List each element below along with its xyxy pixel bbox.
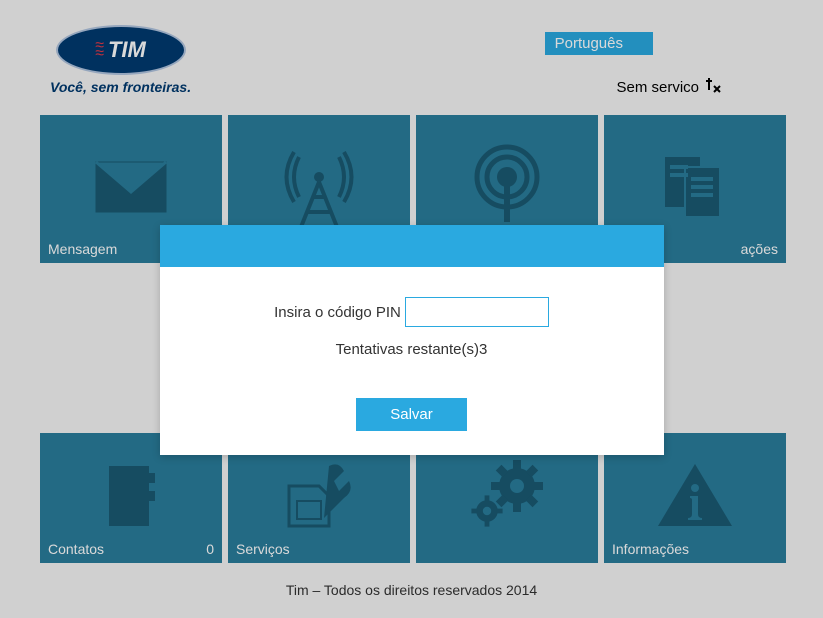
- pin-label: Insira o código PIN: [274, 304, 401, 321]
- save-button[interactable]: Salvar: [356, 398, 467, 431]
- pin-input[interactable]: [405, 297, 549, 327]
- pin-modal: Insira o código PIN Tentativas restante(…: [160, 225, 664, 455]
- modal-header: [160, 225, 664, 267]
- modal-body: Insira o código PIN Tentativas restante(…: [160, 267, 664, 455]
- attempts-count: 3: [479, 341, 487, 358]
- attempts-label: Tentativas restante(s): [336, 341, 479, 358]
